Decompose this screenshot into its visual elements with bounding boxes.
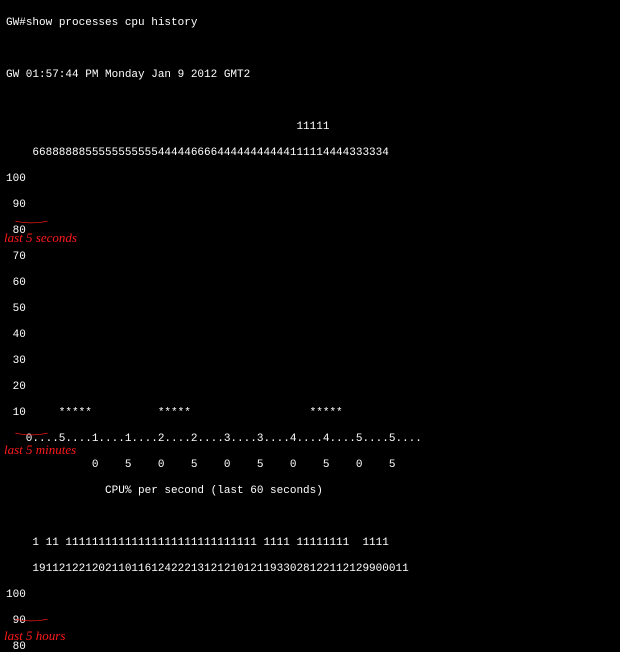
sec-y-90: 90	[6, 199, 614, 212]
min-header-row1: 1 11 11111111111111111111111111111 1111 …	[6, 537, 614, 550]
prompt: GW#	[6, 17, 26, 29]
min-header-row2: 1911212212021101161242221312121012119330…	[6, 563, 614, 576]
prompt-line: GW#show processes cpu history	[6, 17, 614, 30]
min-y-80: 80	[6, 641, 614, 652]
sec-xaxis2: 0 5 0 5 0 5 0 5 0 5	[6, 459, 614, 472]
min-y-100: 100	[6, 589, 614, 602]
sec-y-30: 30	[6, 355, 614, 368]
terminal-output: GW#show processes cpu history GW 01:57:4…	[0, 0, 620, 652]
command: show processes cpu history	[26, 17, 198, 29]
sec-y-70: 70	[6, 251, 614, 264]
blank	[6, 95, 614, 108]
timestamp-line: GW 01:57:44 PM Monday Jan 9 2012 GMT2	[6, 69, 614, 82]
sec-y-50: 50	[6, 303, 614, 316]
sec-xaxis1: 0....5....1....1....2....2....3....3....…	[6, 433, 614, 446]
blank	[6, 43, 614, 56]
min-y-90: 90	[6, 615, 614, 628]
sec-header-row2: 6688888855555555555444446666444444444441…	[6, 147, 614, 160]
sec-caption: CPU% per second (last 60 seconds)	[6, 485, 614, 498]
blank	[6, 511, 614, 524]
sec-y-60: 60	[6, 277, 614, 290]
sec-y-80: 80	[6, 225, 614, 238]
sec-y-40: 40	[6, 329, 614, 342]
sec-y-20: 20	[6, 381, 614, 394]
sec-y-100: 100	[6, 173, 614, 186]
sec-header-row1: 11111	[6, 121, 614, 134]
sec-y-10: 10 ***** ***** *****	[6, 407, 614, 420]
terminal-container: GW#show processes cpu history GW 01:57:4…	[0, 0, 620, 652]
